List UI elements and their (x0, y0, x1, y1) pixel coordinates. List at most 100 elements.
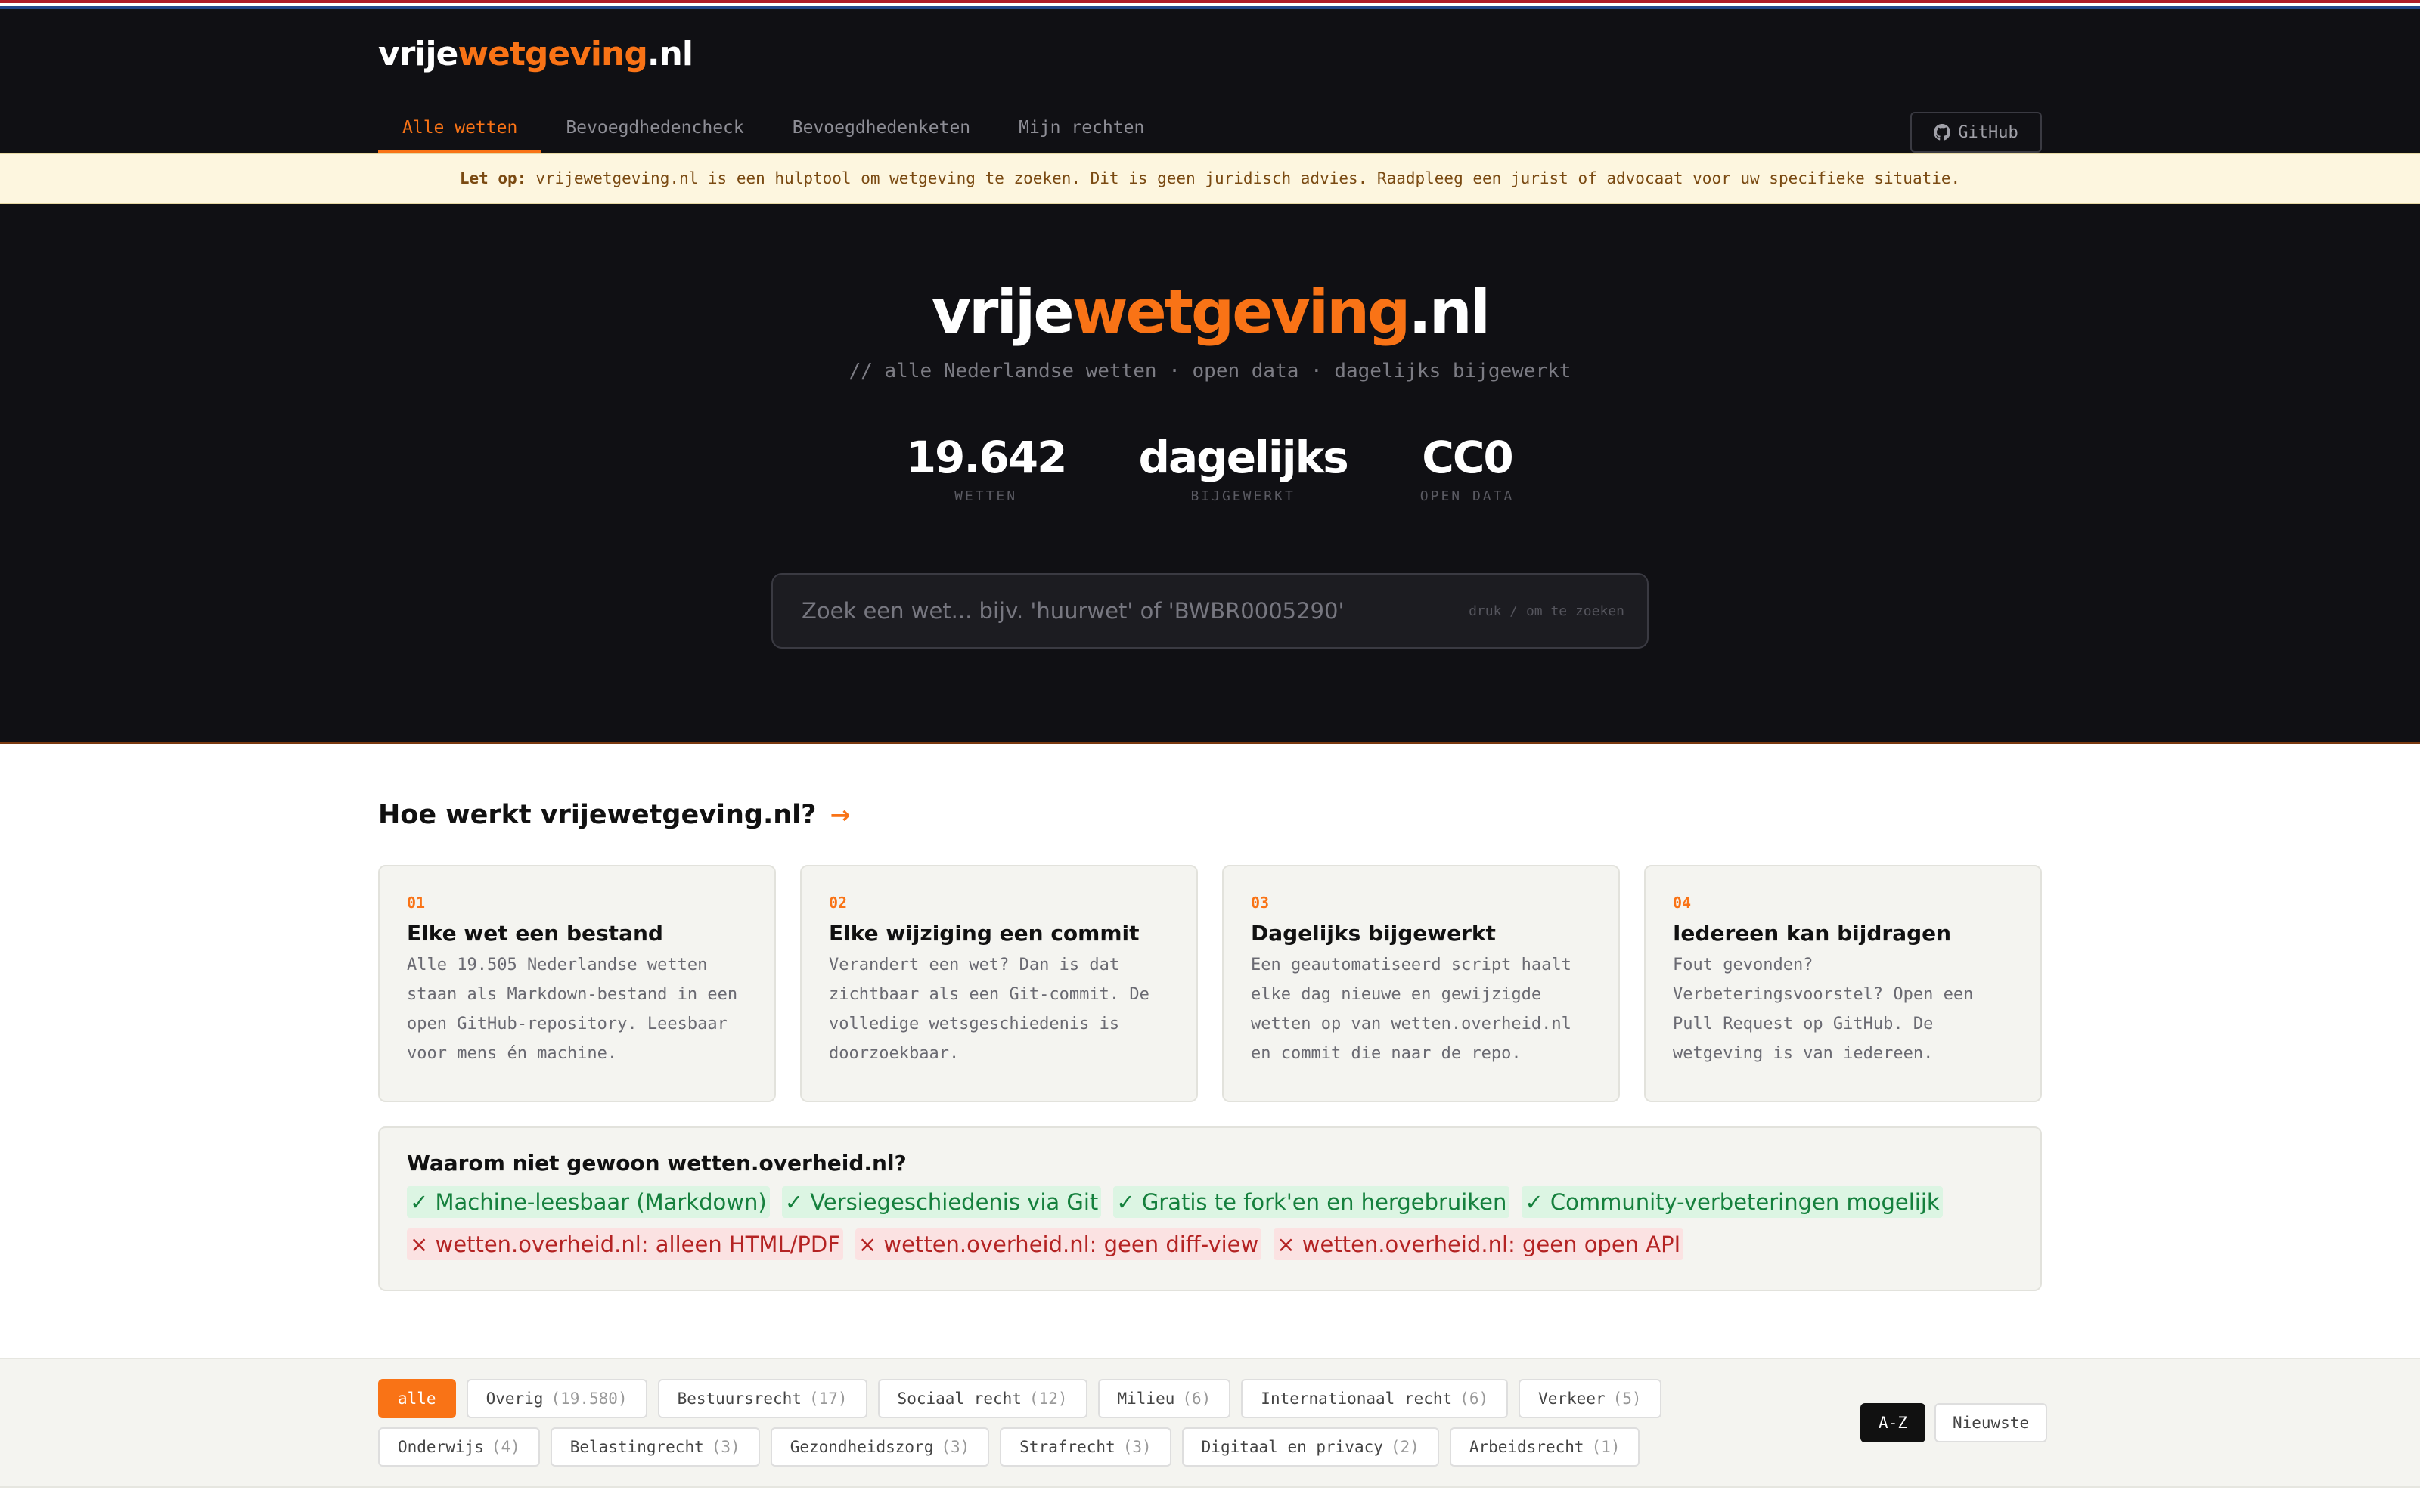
search-shortcut-hint: druk / om te zoeken (1469, 603, 1624, 619)
search-box: druk / om te zoeken (771, 573, 1649, 649)
chip-label: alle (398, 1390, 436, 1408)
logo-suffix: .nl (647, 35, 693, 73)
notice-text: vrijewetgeving.nl is een hulptool om wet… (535, 169, 1961, 187)
con-item: × wetten.overheid.nl: geen open API (1274, 1228, 1684, 1260)
stat-open-data: CC0 open data (1419, 432, 1515, 504)
card-number: 01 (407, 894, 426, 912)
filter-chip-belastingrecht[interactable]: Belastingrecht (3) (550, 1427, 760, 1467)
feature-card: 01 Elke wet een bestand Alle 19.505 Nede… (378, 865, 776, 1102)
chip-count: (5) (1612, 1390, 1642, 1408)
filter-chip-onderwijs[interactable]: Onderwijs (4) (378, 1427, 540, 1467)
how-it-works-title: Hoe werkt vrijewetgeving.nl? → (378, 800, 2042, 830)
pro-item: ✓ Community-verbeteringen mogelijk (1522, 1186, 1943, 1218)
chip-count: (3) (1122, 1438, 1152, 1456)
cons-row: × wetten.overheid.nl: alleen HTML/PDF × … (407, 1228, 2013, 1260)
hero-section: vrijewetgeving.nl // alle Nederlandse we… (0, 204, 2420, 744)
stat-wetten: 19.642 wetten (905, 432, 1068, 504)
card-body: Alle 19.505 Nederlandse wetten staan als… (407, 956, 738, 1063)
tab-mijn-rechten[interactable]: Mijn rechten (994, 106, 1168, 153)
sort-newest-button[interactable]: Nieuwste (1934, 1403, 2048, 1442)
filter-chip-arbeidsrecht[interactable]: Arbeidsrecht (1) (1449, 1427, 1640, 1467)
chip-label: Belastingrecht (569, 1438, 704, 1456)
filter-chip-internationaal-recht[interactable]: Internationaal recht (6) (1241, 1379, 1509, 1418)
chip-count: (3) (711, 1438, 740, 1456)
hero-subtitle: // alle Nederlandse wetten · open data ·… (849, 360, 1571, 383)
card-body: Een geautomatiseerd script haalt elke da… (1251, 956, 1571, 1063)
filter-chip-milieu[interactable]: Milieu (6) (1097, 1379, 1231, 1418)
stat-value: dagelijks (1138, 432, 1349, 483)
filter-chip-gezondheidszorg[interactable]: Gezondheidszorg (3) (770, 1427, 990, 1467)
card-title: Elke wet een bestand (407, 921, 663, 946)
filter-chip-overig[interactable]: Overig (19.580) (466, 1379, 647, 1418)
how-it-works-section: Hoe werkt vrijewetgeving.nl? → 01 Elke w… (378, 800, 2042, 1291)
tab-bevoegdhedenketen[interactable]: Bevoegdhedenketen (768, 106, 994, 153)
filter-chip-bestuursrecht[interactable]: Bestuursrecht (17) (657, 1379, 867, 1418)
main-tabs: Alle wetten Bevoegdhedencheck Bevoegdhed… (378, 106, 1168, 153)
chip-label: Digitaal en privacy (1201, 1438, 1383, 1456)
sort-az-button[interactable]: A-Z (1860, 1403, 1925, 1442)
github-icon (1934, 124, 1951, 141)
chip-count: (3) (941, 1438, 970, 1456)
disclaimer-banner: Let op: vrijewetgeving.nl is een hulptoo… (0, 153, 2420, 204)
hero-title: vrijewetgeving.nl (0, 277, 2420, 347)
card-number: 04 (1673, 894, 1692, 912)
chip-label: Milieu (1117, 1390, 1175, 1408)
pro-item: ✓ Gratis te fork'en en hergebruiken (1113, 1186, 1510, 1218)
tab-alle-wetten[interactable]: Alle wetten (378, 106, 542, 153)
chip-label: Arbeidsrecht (1469, 1438, 1584, 1456)
feature-card: 04 Iedereen kan bijdragen Fout gevonden?… (1644, 865, 2042, 1102)
card-title: Dagelijks bijgewerkt (1251, 921, 1496, 946)
comparison-title: Waarom niet gewoon wetten.overheid.nl? (407, 1151, 907, 1176)
github-label: GitHub (1958, 122, 2018, 142)
notice-label: Let op: (459, 169, 527, 187)
chip-label: Verkeer (1538, 1390, 1606, 1408)
sort-toggle: A-Z Nieuwste (1860, 1403, 2048, 1442)
chip-label: Sociaal recht (897, 1390, 1022, 1408)
logo-accent: wetgeving (458, 35, 647, 73)
filter-chip-sociaal-recht[interactable]: Sociaal recht (12) (877, 1379, 1087, 1418)
chip-count: (4) (491, 1438, 520, 1456)
site-logo[interactable]: vrijewetgeving.nl (378, 35, 693, 73)
arrow-right-icon: → (830, 801, 851, 829)
chip-count: (2) (1390, 1438, 1419, 1456)
filter-chip-alle[interactable]: alle (378, 1379, 456, 1418)
card-body: Verandert een wet? Dan is dat zichtbaar … (829, 956, 1150, 1063)
chip-count: (19.580) (551, 1390, 628, 1408)
con-item: × wetten.overheid.nl: alleen HTML/PDF (407, 1228, 843, 1260)
filter-chip-strafrecht[interactable]: Strafrecht (3) (1000, 1427, 1171, 1467)
github-button[interactable]: GitHub (1910, 112, 2042, 153)
feature-card: 03 Dagelijks bijgewerkt Een geautomatise… (1222, 865, 1620, 1102)
hero-title-prefix: vrije (931, 277, 1075, 347)
feature-cards: 01 Elke wet een bestand Alle 19.505 Nede… (378, 865, 2042, 1102)
hero-title-suffix: .nl (1408, 277, 1491, 347)
chip-count: (12) (1028, 1390, 1068, 1408)
comparison-box: Waarom niet gewoon wetten.overheid.nl? ✓… (378, 1126, 2042, 1291)
search-input[interactable] (802, 598, 1469, 624)
stat-label: wetten (954, 488, 1018, 504)
chip-label: Overig (486, 1390, 544, 1408)
chip-label: Bestuursrecht (677, 1390, 802, 1408)
stat-value: 19.642 (905, 432, 1068, 483)
con-item: × wetten.overheid.nl: geen diff-view (855, 1228, 1262, 1260)
chip-count: (6) (1460, 1390, 1489, 1408)
filter-chip-digitaal-en-privacy[interactable]: Digitaal en privacy (2) (1181, 1427, 1439, 1467)
stat-label: bijgewerkt (1190, 488, 1295, 504)
logo-prefix: vrije (378, 35, 458, 73)
card-number: 03 (1251, 894, 1270, 912)
stat-label: open data (1419, 488, 1515, 504)
pro-item: ✓ Versiegeschiedenis via Git (781, 1186, 1102, 1218)
stat-value: CC0 (1422, 432, 1513, 483)
chip-count: (17) (808, 1390, 848, 1408)
feature-card: 02 Elke wijziging een commit Verandert e… (800, 865, 1198, 1102)
top-navigation: vrijewetgeving.nl Alle wetten Bevoegdhed… (0, 9, 2420, 153)
category-filters: alle Overig (19.580) Bestuursrecht (17) So… (378, 1379, 1815, 1467)
card-number: 02 (829, 894, 848, 912)
chip-count: (1) (1591, 1438, 1621, 1456)
filter-chip-verkeer[interactable]: Verkeer (5) (1519, 1379, 1661, 1418)
tab-bevoegdhedencheck[interactable]: Bevoegdhedencheck (541, 106, 768, 153)
chip-label: Strafrecht (1019, 1438, 1115, 1456)
chip-label: Gezondheidszorg (790, 1438, 934, 1456)
pros-row: ✓ Machine-leesbaar (Markdown) ✓ Versiege… (407, 1186, 2013, 1218)
pro-item: ✓ Machine-leesbaar (Markdown) (407, 1186, 770, 1218)
card-body: Fout gevonden? Verbeteringsvoorstel? Ope… (1673, 956, 1974, 1063)
